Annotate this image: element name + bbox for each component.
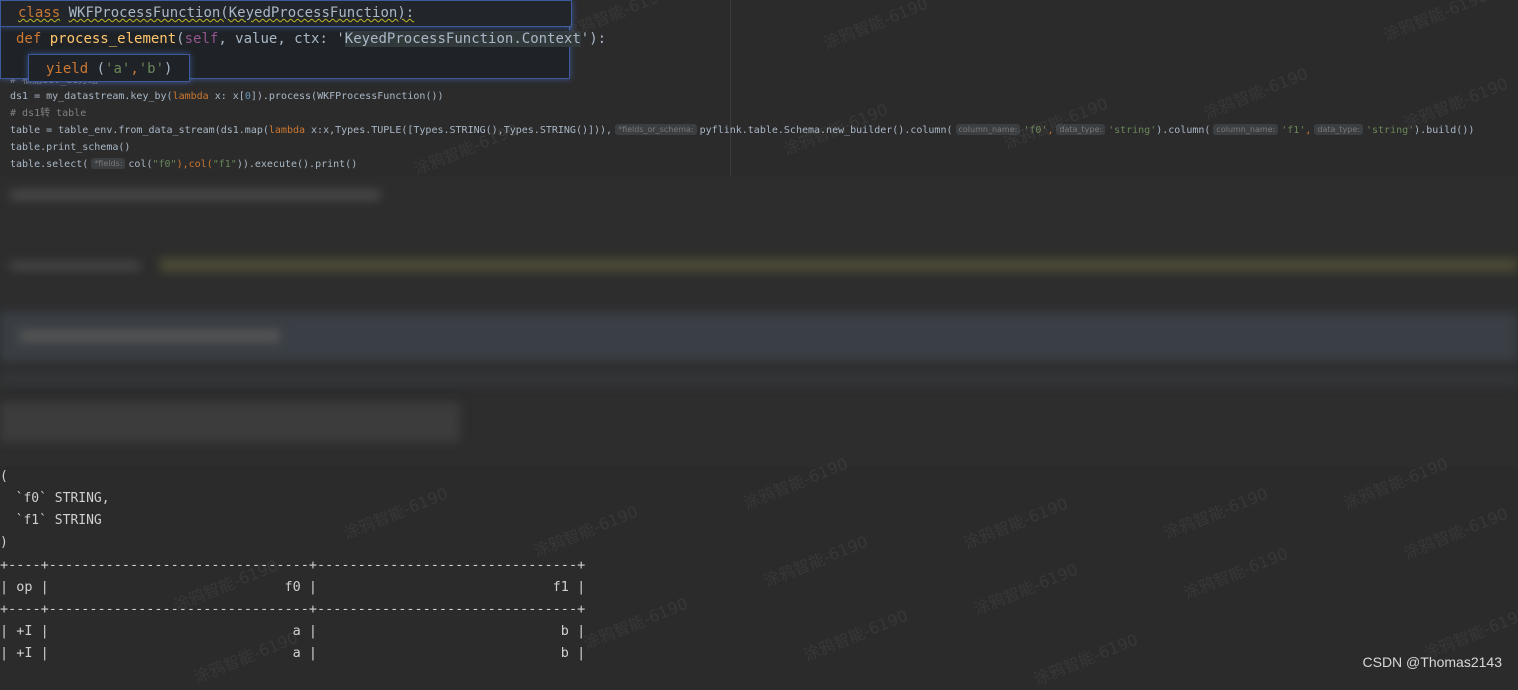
param-hint-data-type-2: data_type: bbox=[1314, 124, 1363, 135]
blurred-text-block bbox=[0, 372, 1518, 386]
blurred-text-block bbox=[20, 330, 280, 342]
blurred-text-block bbox=[10, 262, 140, 270]
code-line-print-schema: table.print_schema() bbox=[10, 142, 131, 153]
param-hint-fields-or-schema: *fields_or_schema: bbox=[615, 124, 697, 135]
code-line-table: table = table_env.from_data_stream(ds1.m… bbox=[10, 124, 1475, 136]
blurred-highlight-line bbox=[160, 258, 1518, 272]
sticky-scroll-class-panel[interactable]: class WKFProcessFunction(KeyedProcessFun… bbox=[0, 0, 572, 27]
table-border: +----+--------------------------------+-… bbox=[0, 601, 586, 617]
schema-line: `f1` STRING bbox=[0, 513, 102, 528]
csdn-credit: CSDN @Thomas2143 bbox=[1362, 654, 1503, 670]
schema-line: ( bbox=[0, 469, 8, 484]
schema-line: ) bbox=[0, 535, 8, 550]
table-border: +----+--------------------------------+-… bbox=[0, 557, 586, 573]
table-header-row: | op | f0 | f1 | bbox=[0, 579, 586, 595]
blurred-text-block bbox=[10, 190, 380, 200]
sticky-yield-line: yield ('a','b') bbox=[46, 61, 173, 77]
blurred-text-block bbox=[0, 402, 460, 442]
code-line-ds1: ds1 = my_datastream.key_by(lambda x: x[0… bbox=[10, 91, 444, 102]
code-line-select: table.select(*fields: col("f0"),col("f1")… bbox=[10, 158, 358, 170]
blurred-region bbox=[0, 176, 1518, 466]
sticky-def-line: def process_element(self, value, ctx: 'K… bbox=[16, 31, 607, 47]
editor-right-margin-guide bbox=[730, 0, 731, 176]
sticky-scroll-yield-panel[interactable]: yield ('a','b') bbox=[28, 54, 190, 82]
param-hint-column-name-2: column_name: bbox=[1213, 124, 1279, 135]
schema-line: `f0` STRING, bbox=[0, 491, 110, 506]
param-hint-fields: *fields: bbox=[91, 158, 126, 169]
code-comment-ds1-to-table: # ds1转 table bbox=[10, 108, 87, 119]
sticky-class-line: class WKFProcessFunction(KeyedProcessFun… bbox=[18, 5, 415, 21]
